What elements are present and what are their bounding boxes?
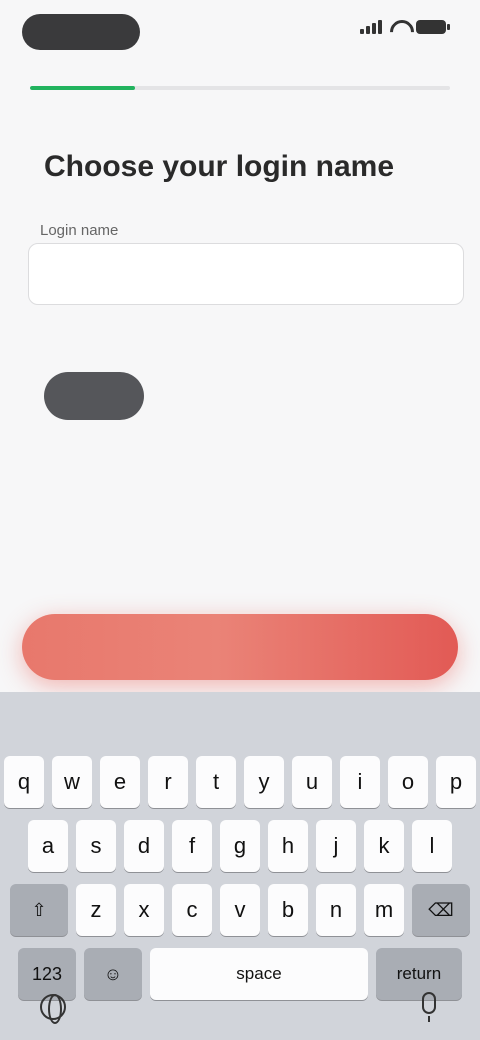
key-n[interactable]: n: [316, 884, 356, 936]
key-p[interactable]: p: [436, 756, 476, 808]
key-c[interactable]: c: [172, 884, 212, 936]
on-screen-keyboard: qwertyuiop asdfghjkl ⇧ zxcvbnm ⌫ 123 ☺ s…: [0, 692, 480, 1040]
key-b[interactable]: b: [268, 884, 308, 936]
key-q[interactable]: q: [4, 756, 44, 808]
page-title: Choose your login name: [44, 150, 395, 183]
globe-icon[interactable]: [40, 994, 66, 1024]
shift-key[interactable]: ⇧: [10, 884, 68, 936]
delete-key[interactable]: ⌫: [412, 884, 470, 936]
key-s[interactable]: s: [76, 820, 116, 872]
keyboard-bottom-bar: [0, 982, 480, 1040]
status-bar: [0, 0, 480, 64]
key-t[interactable]: t: [196, 756, 236, 808]
status-icons: [360, 20, 450, 34]
battery-icon: [416, 20, 450, 34]
signal-icon: [360, 20, 382, 34]
continue-button[interactable]: [22, 614, 458, 680]
key-z[interactable]: z: [76, 884, 116, 936]
login-name-chip: [44, 372, 144, 420]
key-j[interactable]: j: [316, 820, 356, 872]
key-o[interactable]: o: [388, 756, 428, 808]
login-name-label: Login name: [40, 222, 119, 239]
key-x[interactable]: x: [124, 884, 164, 936]
key-i[interactable]: i: [340, 756, 380, 808]
keyboard-row-3-letters: zxcvbnm: [76, 884, 404, 936]
key-g[interactable]: g: [220, 820, 260, 872]
signup-progress-bar: [30, 86, 450, 90]
key-y[interactable]: y: [244, 756, 284, 808]
keyboard-row-3: ⇧ zxcvbnm ⌫: [0, 884, 480, 936]
keyboard-row-1: qwertyuiop: [0, 756, 480, 808]
key-f[interactable]: f: [172, 820, 212, 872]
status-time: [22, 14, 140, 50]
key-h[interactable]: h: [268, 820, 308, 872]
microphone-icon[interactable]: [422, 992, 436, 1022]
wifi-icon: [390, 20, 408, 34]
key-k[interactable]: k: [364, 820, 404, 872]
key-r[interactable]: r: [148, 756, 188, 808]
key-d[interactable]: d: [124, 820, 164, 872]
key-v[interactable]: v: [220, 884, 260, 936]
login-name-input[interactable]: [28, 243, 464, 305]
key-m[interactable]: m: [364, 884, 404, 936]
signup-progress-fill: [30, 86, 135, 90]
key-u[interactable]: u: [292, 756, 332, 808]
key-e[interactable]: e: [100, 756, 140, 808]
keyboard-row-2: asdfghjkl: [0, 820, 480, 872]
key-w[interactable]: w: [52, 756, 92, 808]
key-a[interactable]: a: [28, 820, 68, 872]
key-l[interactable]: l: [412, 820, 452, 872]
keyboard-predictions: [0, 692, 480, 742]
